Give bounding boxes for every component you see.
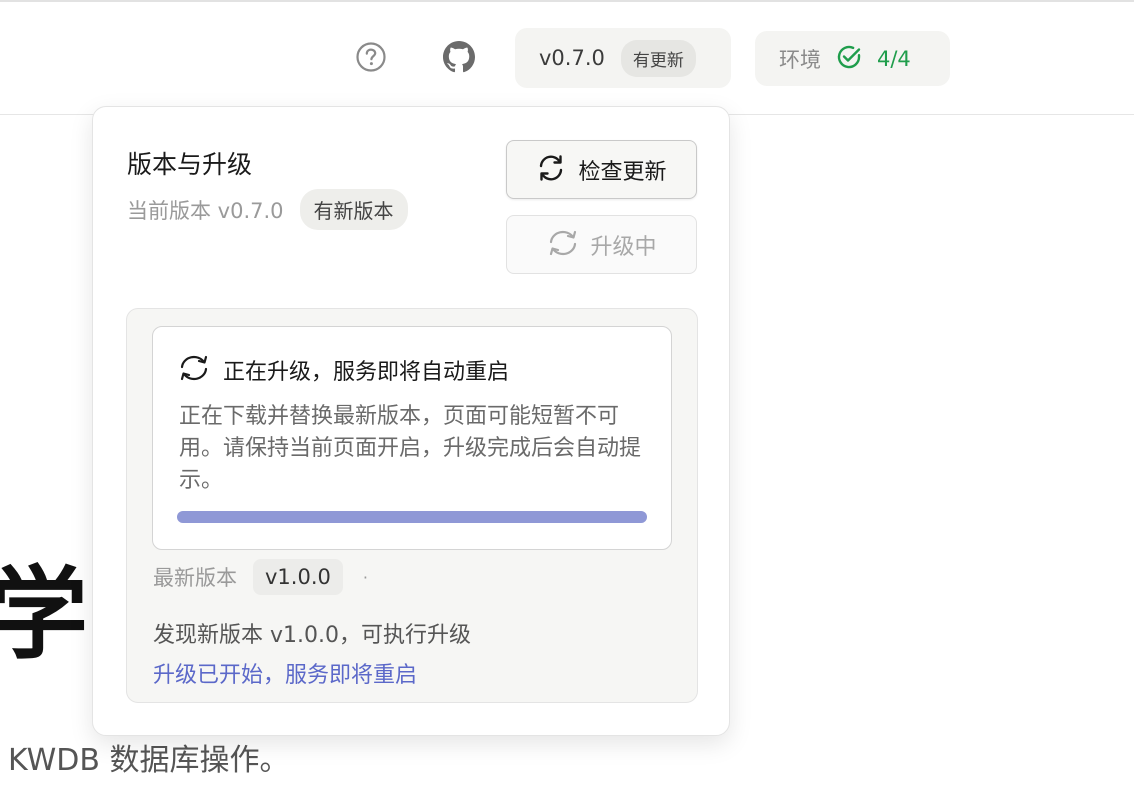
sync-icon (177, 353, 211, 387)
upgrade-notice: 正在升级，服务即将自动重启 正在下载并替换最新版本，页面可能短暂不可用。请保持当… (152, 326, 672, 550)
upgrade-progress-bar (177, 511, 647, 523)
version-upgrade-popover: 版本与升级 当前版本 v0.7.0 有新版本 检查更新 升级中 正在升级，服务即… (92, 106, 730, 736)
current-version: 当前版本 v0.7.0 (127, 198, 284, 223)
found-new-version-text: 发现新版本 v1.0.0，可执行升级 (153, 623, 471, 648)
notice-body: 正在下载并替换最新版本，页面可能短暂不可用。请保持当前页面开启，升级完成后会自动… (179, 404, 642, 493)
github-icon[interactable] (442, 40, 476, 74)
page-heading: 学 (0, 556, 88, 673)
check-update-button[interactable]: 检查更新 (506, 140, 697, 199)
new-version-badge: 有新版本 (299, 189, 408, 230)
latest-version-row: 最新版本 v1.0.0 · (153, 559, 368, 595)
upgrade-status-panel: 正在升级，服务即将自动重启 正在下载并替换最新版本，页面可能短暂不可用。请保持当… (126, 308, 698, 703)
top-border (0, 0, 1134, 2)
env-label: 环境 (779, 47, 821, 72)
current-version-row: 当前版本 v0.7.0 有新版本 (127, 189, 408, 230)
update-badge: 有更新 (620, 39, 696, 77)
check-update-label: 检查更新 (578, 159, 667, 185)
upgrade-started-text: 升级已开始，服务即将重启 (153, 663, 418, 688)
latest-version-label: 最新版本 (153, 566, 237, 590)
upgrade-progress-fill (177, 511, 647, 523)
version-label: v0.7.0 (539, 46, 605, 70)
upgrading-label: 升级中 (590, 234, 657, 260)
latest-version-badge: v1.0.0 (253, 559, 343, 595)
help-icon[interactable] (354, 40, 388, 74)
environment-status-button[interactable]: 环境 4/4 (755, 31, 950, 86)
sync-icon (546, 228, 580, 262)
version-button[interactable]: v0.7.0 有更新 (515, 28, 731, 88)
notice-header: 正在升级，服务即将自动重启 (177, 353, 509, 387)
upgrading-button: 升级中 (506, 215, 697, 274)
notice-title: 正在升级，服务即将自动重启 (223, 360, 510, 385)
refresh-icon (536, 153, 566, 187)
check-circle-icon (835, 43, 863, 75)
page-description: KWDB 数据库操作。 (8, 743, 290, 778)
popover-title: 版本与升级 (127, 150, 253, 179)
env-count: 4/4 (877, 46, 911, 71)
separator-dot: · (362, 567, 368, 587)
